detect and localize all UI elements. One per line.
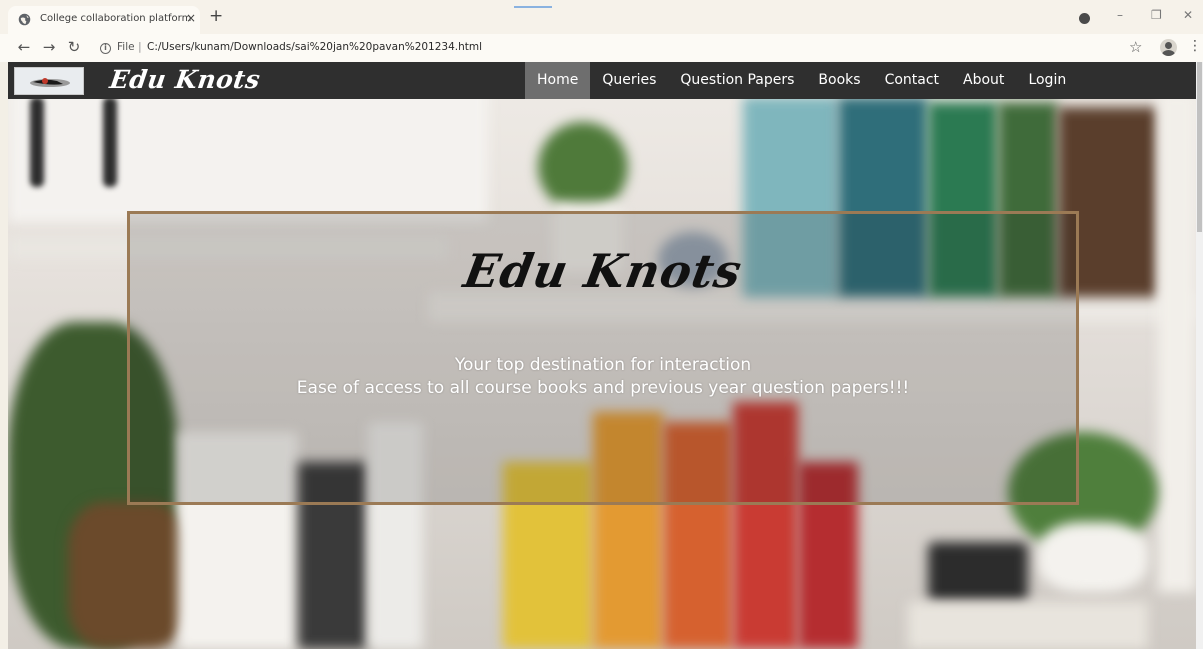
browser-toolbar: ← → ↻ i File | C:/Users/kunam/Downloads/… — [0, 34, 1203, 62]
logo-image[interactable] — [14, 67, 84, 95]
hero-frame: Edu Knots Your top destination for inter… — [127, 211, 1079, 505]
url-separator: | — [138, 40, 142, 53]
nav-contact[interactable]: Contact — [873, 62, 951, 99]
address-bar[interactable]: C:/Users/kunam/Downloads/sai%20jan%20pav… — [147, 41, 482, 53]
site-navbar: Edu Knots Home Queries Question Papers B… — [8, 62, 1196, 99]
nav-queries[interactable]: Queries — [590, 62, 668, 99]
nav-menu: Home Queries Question Papers Books Conta… — [525, 62, 1078, 99]
tab-title: College collaboration platform — [40, 13, 192, 24]
logo-graphic — [30, 78, 70, 87]
nav-login[interactable]: Login — [1016, 62, 1078, 99]
reload-icon[interactable]: ↻ — [66, 39, 82, 55]
kebab-icon[interactable]: ⋮ — [1188, 39, 1202, 53]
info-icon[interactable]: i — [100, 43, 111, 54]
nav-books[interactable]: Books — [806, 62, 872, 99]
nav-about[interactable]: About — [951, 62, 1016, 99]
back-arrow-icon[interactable]: ← — [16, 39, 32, 55]
close-window-button[interactable]: ✕ — [1183, 8, 1193, 22]
tab-close-icon[interactable]: × — [184, 11, 198, 25]
tab-strip: College collaboration platform × + – ❐ ✕ — [0, 0, 1203, 34]
scrollbar-thumb[interactable] — [1197, 62, 1202, 232]
brand-name[interactable]: Edu Knots — [108, 65, 262, 94]
url-scheme: File — [117, 41, 135, 53]
restore-button[interactable]: ❐ — [1151, 8, 1162, 22]
globe-icon — [18, 13, 31, 26]
star-icon[interactable]: ☆ — [1129, 38, 1142, 56]
hero-description: Ease of access to all course books and p… — [296, 378, 910, 398]
tab-search-indicator — [514, 6, 552, 8]
account-icon[interactable] — [1160, 39, 1177, 56]
nav-question-papers[interactable]: Question Papers — [668, 62, 806, 99]
browser-tab[interactable]: College collaboration platform × — [8, 6, 200, 34]
browser-chrome: College collaboration platform × + – ❐ ✕… — [0, 0, 1203, 62]
extension-icon[interactable] — [1079, 13, 1090, 24]
hero-tagline: Your top destination for interaction — [454, 355, 752, 375]
forward-arrow-icon[interactable]: → — [41, 39, 57, 55]
hero-title: Edu Knots — [459, 244, 747, 298]
page-viewport: Edu Knots Home Queries Question Papers B… — [8, 62, 1196, 649]
minimize-button[interactable]: – — [1117, 8, 1123, 22]
new-tab-button[interactable]: + — [209, 8, 223, 25]
nav-home[interactable]: Home — [525, 62, 591, 99]
